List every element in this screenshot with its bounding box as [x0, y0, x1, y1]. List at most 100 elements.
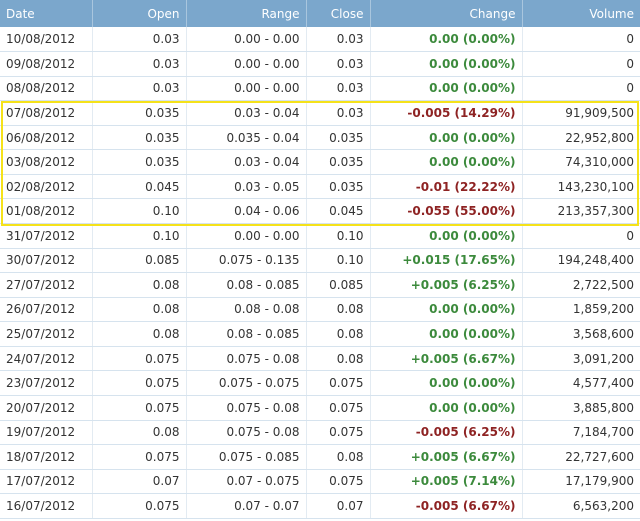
- cell-date: 27/07/2012: [0, 272, 93, 298]
- cell-date: 10/08/2012: [0, 27, 93, 53]
- cell-volume: 7,184,700: [522, 420, 640, 446]
- table-row: 06/08/2012 0.035 0.035 - 0.04 0.035 0.00 (0.…: [0, 125, 640, 151]
- cell-date: 02/08/2012: [0, 174, 93, 200]
- cell-volume: 1,859,200: [522, 297, 640, 323]
- cell-change: 0.00 (0.00%): [370, 370, 523, 396]
- table-row: 30/07/2012 0.085 0.075 - 0.135 0.10 +0.015 (…: [0, 248, 640, 274]
- cell-volume: 194,248,400: [522, 248, 640, 274]
- cell-range: 0.08 - 0.08: [186, 297, 307, 323]
- cell-range: 0.035 - 0.04: [186, 125, 307, 151]
- cell-volume: 3,091,200: [522, 346, 640, 372]
- cell-open: 0.035: [92, 100, 187, 126]
- cell-open: 0.075: [92, 493, 187, 519]
- cell-range: 0.00 - 0.00: [186, 51, 307, 77]
- table-row: 20/07/2012 0.075 0.075 - 0.08 0.075 0.00 (0.…: [0, 395, 640, 421]
- cell-close: 0.075: [306, 469, 371, 495]
- cell-volume: 6,563,200: [522, 493, 640, 519]
- table-row: 31/07/2012 0.10 0.00 - 0.00 0.10 0.00 (0.00%…: [0, 223, 640, 249]
- cell-open: 0.07: [92, 469, 187, 495]
- cell-date: 20/07/2012: [0, 395, 93, 421]
- table-row: 03/08/2012 0.035 0.03 - 0.04 0.035 0.00 (0.0…: [0, 149, 640, 175]
- cell-change: 0.00 (0.00%): [370, 149, 523, 175]
- cell-date: 30/07/2012: [0, 248, 93, 274]
- cell-volume: 22,727,600: [522, 444, 640, 470]
- table-row: 25/07/2012 0.08 0.08 - 0.085 0.08 0.00 (0.00…: [0, 321, 640, 347]
- table-row: 24/07/2012 0.075 0.075 - 0.08 0.08 +0.005 (6…: [0, 346, 640, 372]
- cell-change: 0.00 (0.00%): [370, 395, 523, 421]
- cell-range: 0.075 - 0.135: [186, 248, 307, 274]
- header-volume[interactable]: Volume: [522, 0, 640, 27]
- cell-close: 0.08: [306, 297, 371, 323]
- cell-date: 19/07/2012: [0, 420, 93, 446]
- cell-range: 0.075 - 0.085: [186, 444, 307, 470]
- cell-date: 03/08/2012: [0, 149, 93, 175]
- table-row: 01/08/2012 0.10 0.04 - 0.06 0.045 -0.055 (55…: [0, 198, 640, 224]
- cell-close: 0.035: [306, 174, 371, 200]
- cell-volume: 0: [522, 223, 640, 249]
- cell-open: 0.08: [92, 272, 187, 298]
- cell-open: 0.03: [92, 76, 187, 102]
- table-row: 19/07/2012 0.08 0.075 - 0.08 0.075 -0.005 (6…: [0, 420, 640, 446]
- cell-change: +0.005 (6.67%): [370, 346, 523, 372]
- cell-open: 0.075: [92, 370, 187, 396]
- cell-close: 0.035: [306, 149, 371, 175]
- table-row: 18/07/2012 0.075 0.075 - 0.085 0.08 +0.005 (…: [0, 444, 640, 470]
- cell-volume: 213,357,300: [522, 198, 640, 224]
- cell-volume: 0: [522, 76, 640, 102]
- cell-range: 0.00 - 0.00: [186, 27, 307, 53]
- header-date[interactable]: Date: [0, 0, 93, 27]
- cell-open: 0.08: [92, 297, 187, 323]
- cell-range: 0.00 - 0.00: [186, 76, 307, 102]
- cell-range: 0.08 - 0.085: [186, 272, 307, 298]
- cell-close: 0.075: [306, 370, 371, 396]
- cell-change: 0.00 (0.00%): [370, 297, 523, 323]
- cell-open: 0.08: [92, 321, 187, 347]
- cell-range: 0.075 - 0.075: [186, 370, 307, 396]
- table-row: 08/08/2012 0.03 0.00 - 0.00 0.03 0.00 (0.00%…: [0, 76, 640, 102]
- cell-date: 08/08/2012: [0, 76, 93, 102]
- cell-date: 06/08/2012: [0, 125, 93, 151]
- cell-volume: 22,952,800: [522, 125, 640, 151]
- table-row: 16/07/2012 0.075 0.07 - 0.07 0.07 -0.005 (6.…: [0, 493, 640, 519]
- table-row: 17/07/2012 0.07 0.07 - 0.075 0.075 +0.005 (7…: [0, 469, 640, 495]
- cell-change: 0.00 (0.00%): [370, 27, 523, 53]
- cell-date: 07/08/2012: [0, 100, 93, 126]
- cell-open: 0.075: [92, 346, 187, 372]
- cell-change: +0.005 (6.25%): [370, 272, 523, 298]
- cell-range: 0.04 - 0.06: [186, 198, 307, 224]
- header-change[interactable]: Change: [370, 0, 523, 27]
- table-header: Date Open Range Close Change Volume: [0, 0, 640, 27]
- cell-range: 0.08 - 0.085: [186, 321, 307, 347]
- cell-range: 0.075 - 0.08: [186, 346, 307, 372]
- cell-close: 0.045: [306, 198, 371, 224]
- header-open[interactable]: Open: [92, 0, 187, 27]
- cell-open: 0.075: [92, 395, 187, 421]
- cell-change: -0.005 (6.67%): [370, 493, 523, 519]
- header-close[interactable]: Close: [306, 0, 371, 27]
- cell-range: 0.03 - 0.04: [186, 149, 307, 175]
- cell-change: -0.055 (55.00%): [370, 198, 523, 224]
- cell-range: 0.03 - 0.04: [186, 100, 307, 126]
- cell-date: 23/07/2012: [0, 370, 93, 396]
- table-row: 10/08/2012 0.03 0.00 - 0.00 0.03 0.00 (0.00%…: [0, 27, 640, 53]
- cell-change: 0.00 (0.00%): [370, 51, 523, 77]
- header-range[interactable]: Range: [186, 0, 307, 27]
- cell-close: 0.03: [306, 27, 371, 53]
- cell-open: 0.03: [92, 27, 187, 53]
- cell-date: 31/07/2012: [0, 223, 93, 249]
- cell-open: 0.10: [92, 223, 187, 249]
- cell-change: 0.00 (0.00%): [370, 223, 523, 249]
- cell-close: 0.075: [306, 420, 371, 446]
- cell-open: 0.035: [92, 149, 187, 175]
- cell-volume: 74,310,000: [522, 149, 640, 175]
- cell-change: -0.005 (6.25%): [370, 420, 523, 446]
- cell-close: 0.03: [306, 100, 371, 126]
- cell-date: 01/08/2012: [0, 198, 93, 224]
- table-row: 02/08/2012 0.045 0.03 - 0.05 0.035 -0.01 (22…: [0, 174, 640, 200]
- cell-volume: 17,179,900: [522, 469, 640, 495]
- cell-change: +0.015 (17.65%): [370, 248, 523, 274]
- cell-close: 0.075: [306, 395, 371, 421]
- cell-volume: 2,722,500: [522, 272, 640, 298]
- table-row: 26/07/2012 0.08 0.08 - 0.08 0.08 0.00 (0.00%…: [0, 297, 640, 323]
- price-history-table: Date Open Range Close Change Volume 10/0…: [0, 0, 640, 519]
